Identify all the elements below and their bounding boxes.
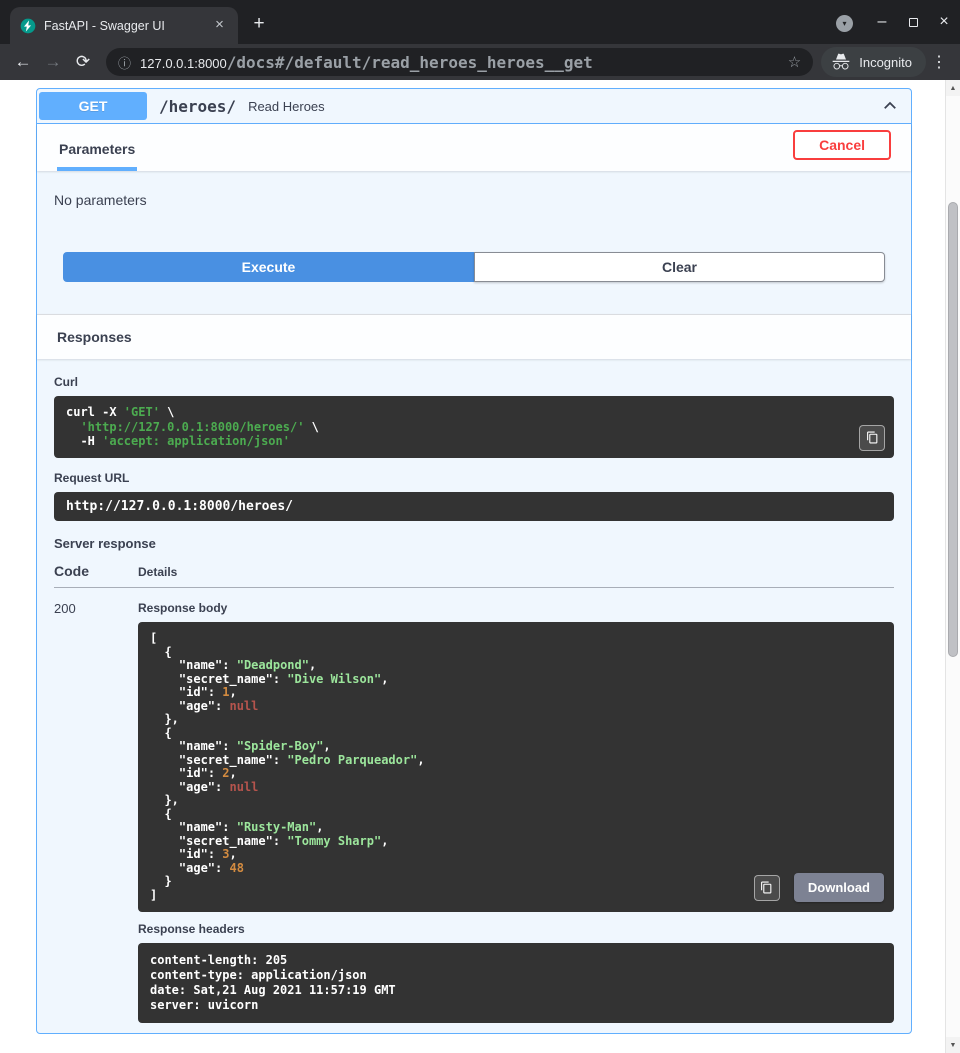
browser-toolbar: ← → ⟳ ⓘ 127.0.0.1:8000/docs#/default/rea…	[0, 44, 960, 80]
cancel-button[interactable]: Cancel	[793, 130, 891, 160]
responses-title: Responses	[57, 329, 891, 345]
body-copy-button[interactable]	[754, 875, 780, 901]
response-details: Response body [ { "name": "Deadpond", "s…	[138, 601, 894, 1023]
maximize-icon	[909, 18, 918, 27]
no-parameters-text: No parameters	[54, 192, 894, 208]
main-content: GET /heroes/ Read Heroes Parameters Canc…	[0, 80, 945, 1053]
opblock-get: GET /heroes/ Read Heroes Parameters Canc…	[36, 88, 912, 1034]
scrollbar[interactable]: ▲ ▼	[945, 80, 960, 1053]
parameters-title: Parameters	[57, 124, 137, 171]
new-tab-button[interactable]: +	[244, 10, 274, 40]
swagger-page: GET /heroes/ Read Heroes Parameters Canc…	[0, 80, 960, 1053]
forward-icon[interactable]: →	[38, 52, 68, 72]
response-body-label: Response body	[138, 601, 894, 615]
reload-icon[interactable]: ⟳	[68, 52, 98, 72]
execute-button[interactable]: Execute	[63, 252, 474, 282]
back-icon[interactable]: ←	[8, 52, 38, 72]
endpoint-summary: Read Heroes	[248, 99, 325, 114]
response-headers-label: Response headers	[138, 922, 894, 936]
request-url-label: Request URL	[54, 471, 894, 485]
response-body-code: [ { "name": "Deadpond", "secret_name": "…	[150, 632, 882, 902]
response-body-block: [ { "name": "Deadpond", "secret_name": "…	[138, 622, 894, 912]
url-path: /docs#/default/read_heroes_heroes__get	[227, 53, 593, 72]
response-headers-block: content-length: 205 content-type: applic…	[138, 943, 894, 1023]
site-info-icon[interactable]: ⓘ	[118, 53, 131, 72]
incognito-label: Incognito	[859, 55, 912, 70]
curl-copy-button[interactable]	[859, 425, 885, 451]
responses-body: Curl curl -X 'GET' \ 'http://127.0.0.1:8…	[37, 359, 911, 1033]
caret-down-icon: ▾	[842, 19, 846, 28]
scrollbar-thumb[interactable]	[948, 202, 958, 657]
incognito-icon	[831, 52, 851, 72]
clear-button[interactable]: Clear	[474, 252, 885, 282]
url-host: 127.0.0.1:8000	[140, 56, 227, 71]
fastapi-logo-icon	[20, 18, 36, 34]
table-header-row: Code Details	[54, 563, 894, 588]
window-close-button[interactable]: ×	[929, 7, 959, 37]
minimize-button[interactable]: –	[867, 7, 897, 37]
url-text: 127.0.0.1:8000/docs#/default/read_heroes…	[140, 53, 779, 72]
curl-label: Curl	[54, 375, 894, 389]
responses-header-row: Responses	[37, 314, 911, 359]
request-url-block: http://127.0.0.1:8000/heroes/	[54, 492, 894, 522]
table-row: 200 Response body [ { "name": "Deadpond"…	[54, 588, 894, 1023]
parameters-header-row: Parameters Cancel	[37, 124, 911, 171]
copy-icon	[760, 881, 773, 894]
response-body-actions: Download	[754, 873, 884, 902]
scrollbar-up-button[interactable]: ▲	[946, 80, 960, 96]
scrollbar-down-button[interactable]: ▼	[946, 1037, 960, 1053]
tab-title: FastAPI - Swagger UI	[44, 19, 203, 33]
scrollbar-track[interactable]	[946, 96, 960, 1037]
response-headers-code: content-length: 205 content-type: applic…	[150, 953, 882, 1013]
opblock-summary[interactable]: GET /heroes/ Read Heroes	[37, 89, 911, 124]
bookmark-star-icon[interactable]: ☆	[788, 53, 801, 71]
browser-tab-bar: FastAPI - Swagger UI × + ▾ – ×	[0, 0, 960, 44]
maximize-button[interactable]	[898, 7, 928, 37]
copy-icon	[866, 431, 879, 444]
execute-row: Execute Clear	[63, 252, 885, 282]
browser-menu-icon[interactable]: ⋮	[926, 52, 952, 72]
browser-tab[interactable]: FastAPI - Swagger UI ×	[10, 7, 238, 44]
details-column-header: Details	[138, 565, 894, 579]
address-bar[interactable]: ⓘ 127.0.0.1:8000/docs#/default/read_hero…	[106, 48, 813, 76]
code-column-header: Code	[54, 563, 138, 579]
curl-block: curl -X 'GET' \ 'http://127.0.0.1:8000/h…	[54, 396, 894, 458]
server-response-table: Code Details 200 Response body [ { "name…	[54, 563, 894, 1023]
download-button[interactable]: Download	[794, 873, 884, 902]
chevron-up-icon[interactable]	[881, 97, 899, 115]
tab-search-button[interactable]: ▾	[836, 15, 853, 32]
method-badge: GET	[39, 92, 147, 120]
status-code: 200	[54, 601, 138, 1023]
endpoint-path: /heroes/	[159, 97, 236, 116]
server-response-label: Server response	[54, 536, 894, 551]
parameters-body: No parameters Execute Clear	[37, 192, 911, 282]
curl-code: curl -X 'GET' \ 'http://127.0.0.1:8000/h…	[66, 405, 882, 449]
tab-close-icon[interactable]: ×	[211, 17, 228, 34]
incognito-badge: Incognito	[821, 47, 926, 77]
request-url-value: http://127.0.0.1:8000/heroes/	[66, 500, 882, 514]
